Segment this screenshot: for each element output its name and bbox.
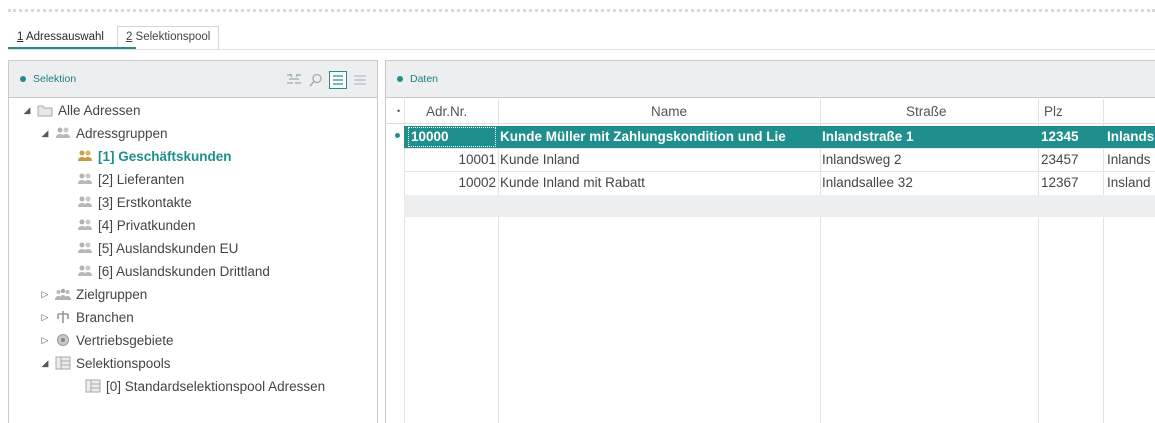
tab-bar: 1 Adressauswahl 2 Selektionspool xyxy=(8,26,220,49)
tree-node-lieferanten[interactable]: [2] Lieferanten xyxy=(73,168,184,190)
tree-node-label: [5] Auslandskunden EU xyxy=(98,240,239,256)
people-icon xyxy=(77,148,93,164)
tree-node-branchen[interactable]: ▷ Branchen xyxy=(39,306,134,328)
cell-extra: Inlands xyxy=(1107,129,1155,144)
tree-node-geschaeftskunden[interactable]: [1] Geschäftskunden xyxy=(73,145,232,167)
cell-plz: 12367 xyxy=(1041,175,1079,190)
selektion-panel-header: Selektion xyxy=(9,61,377,98)
tree-node-label: [4] Privatkunden xyxy=(98,217,196,233)
list-view-icon[interactable] xyxy=(329,71,347,89)
cell-strasse: Inlandsallee 32 xyxy=(822,175,913,190)
column-header-adr-nr[interactable]: Adr.Nr. xyxy=(426,99,467,124)
row-selector-header: • xyxy=(397,106,401,116)
panel-status-dot xyxy=(20,76,26,82)
new-row-placeholder[interactable] xyxy=(404,195,1155,217)
tree-node-label: Zielgruppen xyxy=(76,286,148,302)
tree-node-label: Vertriebsgebiete xyxy=(76,332,174,348)
tree-node-selektionspools[interactable]: ◢ Selektionspools xyxy=(39,352,171,374)
cell-adr-nr: 10002 xyxy=(458,175,496,190)
tree-node-vertriebsgebiete[interactable]: ▷ Vertriebsgebiete xyxy=(39,329,174,351)
selektion-panel: Selektion ◢ Alle Adressen ◢ Adressgruppe… xyxy=(8,60,378,423)
people-icon xyxy=(55,125,71,141)
expand-toggle-icon[interactable]: ▷ xyxy=(39,335,51,346)
tree-node-label: Alle Adressen xyxy=(58,102,141,118)
top-dotted-divider xyxy=(8,9,1155,12)
tab-selektionspool[interactable]: 2 Selektionspool xyxy=(116,26,220,49)
tree-node-zielgruppen[interactable]: ▷ Zielgruppen xyxy=(39,283,148,305)
panel-toolbar xyxy=(285,71,369,89)
tab-label: Adressauswahl xyxy=(23,31,104,43)
folder-open-icon xyxy=(37,102,53,118)
tree-node-label: Branchen xyxy=(76,309,134,325)
region-icon xyxy=(55,332,71,348)
cell-plz: 23457 xyxy=(1041,152,1079,167)
tree-node-label: Selektionspools xyxy=(76,355,171,371)
expand-toggle-icon[interactable]: ◢ xyxy=(39,358,51,369)
menu-icon[interactable] xyxy=(351,71,369,89)
cell-extra: Inlands xyxy=(1107,152,1151,167)
daten-panel: Daten • Adr.Nr. Name Straße Plz 10000 Ku… xyxy=(385,60,1155,423)
group-icon xyxy=(55,286,71,302)
tree-node-alle-adressen[interactable]: ◢ Alle Adressen xyxy=(21,99,141,121)
filter-icon[interactable] xyxy=(285,71,303,89)
cell-extra: Insland xyxy=(1107,175,1151,190)
tree-node-label: [2] Lieferanten xyxy=(98,171,185,187)
tab-label: Selektionspool xyxy=(132,31,211,43)
tree-node-label: [6] Auslandskunden Drittland xyxy=(98,263,270,279)
people-icon xyxy=(77,217,93,233)
branch-icon xyxy=(55,309,71,325)
cell-strasse: Inlandstraße 1 xyxy=(822,129,914,144)
cell-name: Kunde Inland xyxy=(500,152,580,167)
cell-adr-nr: 10001 xyxy=(458,152,496,167)
column-header-strasse[interactable]: Straße xyxy=(906,99,947,124)
cell-plz: 12345 xyxy=(1041,129,1079,144)
expand-toggle-icon[interactable]: ◢ xyxy=(21,105,33,116)
tab-adressauswahl[interactable]: 1 Adressauswahl xyxy=(8,26,113,49)
pool-icon xyxy=(55,355,71,371)
tabbar-divider xyxy=(8,49,1155,50)
pool-icon xyxy=(85,378,101,394)
panel-status-dot xyxy=(397,76,403,82)
selektion-panel-title: Selektion xyxy=(33,73,77,85)
cell-adr-nr: 10000 xyxy=(408,127,496,147)
tree-node-label: [3] Erstkontakte xyxy=(98,194,192,210)
column-header-plz[interactable]: Plz xyxy=(1044,99,1063,124)
grid-header: • Adr.Nr. Name Straße Plz xyxy=(386,99,1155,124)
tree-node-adressgruppen[interactable]: ◢ Adressgruppen xyxy=(39,122,168,144)
tree-node-auslandskunden-eu[interactable]: [5] Auslandskunden EU xyxy=(73,237,238,259)
people-icon xyxy=(77,263,93,279)
table-row[interactable]: 10000 Kunde Müller mit Zahlungskondition… xyxy=(404,126,1155,148)
table-row[interactable]: 10001 Kunde Inland Inlandsweg 2 23457 In… xyxy=(404,149,1155,171)
daten-panel-header: Daten xyxy=(386,61,1155,98)
search-icon[interactable] xyxy=(307,71,325,89)
table-row[interactable]: 10002 Kunde Inland mit Rabatt Inlandsall… xyxy=(404,172,1155,194)
expand-toggle-icon[interactable]: ▷ xyxy=(39,289,51,300)
tree-node-label: Adressgruppen xyxy=(76,125,168,141)
current-row-indicator xyxy=(394,132,401,139)
column-header-name[interactable]: Name xyxy=(651,99,687,124)
people-icon xyxy=(77,240,93,256)
tree-node-label: [0] Standardselektionspool Adressen xyxy=(106,378,326,394)
tree-node-label: [1] Geschäftskunden xyxy=(98,148,232,164)
tree-node-privatkunden[interactable]: [4] Privatkunden xyxy=(73,214,196,236)
cell-name: Kunde Müller mit Zahlungskondition und L… xyxy=(500,129,786,144)
tree-node-standardselektionspool[interactable]: [0] Standardselektionspool Adressen xyxy=(73,375,325,397)
expand-toggle-icon[interactable]: ◢ xyxy=(39,128,51,139)
people-icon xyxy=(77,194,93,210)
daten-panel-title: Daten xyxy=(410,73,439,85)
cell-strasse: Inlandsweg 2 xyxy=(822,152,902,167)
tree-node-auslandskunden-drittland[interactable]: [6] Auslandskunden Drittland xyxy=(73,260,270,282)
cell-name: Kunde Inland mit Rabatt xyxy=(500,175,645,190)
people-icon xyxy=(77,171,93,187)
tree-node-erstkontakte[interactable]: [3] Erstkontakte xyxy=(73,191,192,213)
expand-toggle-icon[interactable]: ▷ xyxy=(39,312,51,323)
